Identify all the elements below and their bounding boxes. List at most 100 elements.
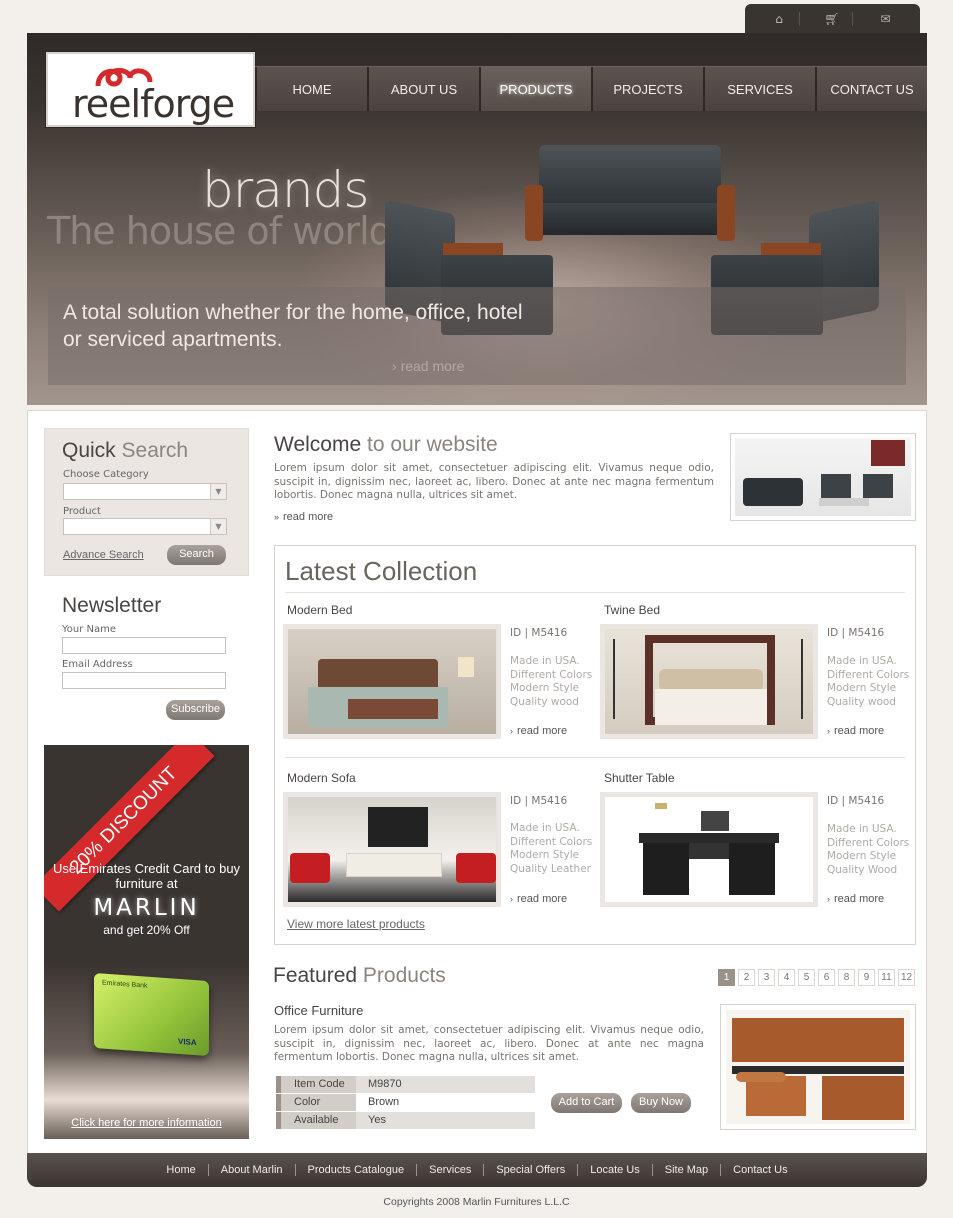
footer-link-offers[interactable]: Special Offers — [484, 1164, 579, 1176]
nav-contact-us[interactable]: CONTACT US — [815, 67, 927, 111]
product-desc-line: Made in USA. — [827, 823, 897, 835]
product-desc-line: Different Colors — [510, 668, 593, 681]
product-read-more[interactable]: › read more — [510, 725, 567, 737]
product-read-more[interactable]: › read more — [510, 893, 567, 905]
product-desc-line: Different Colors — [827, 668, 910, 681]
modern-sofa-image — [288, 797, 496, 902]
welcome-read-more[interactable]: » read more — [274, 511, 333, 523]
banner-read-more-label: read more — [400, 358, 465, 374]
welcome-read-more-label: read more — [283, 511, 334, 523]
footer-link-services[interactable]: Services — [417, 1164, 485, 1176]
header-banner: reelforge HOME ABOUT US PRODUCTS PROJECT… — [27, 33, 927, 405]
footer-link-sitemap[interactable]: Site Map — [653, 1164, 722, 1176]
footer-link-home[interactable]: Home — [154, 1164, 209, 1176]
page-button[interactable]: 1 — [718, 969, 735, 986]
promo-banner[interactable]: 20% DISCOUNT Use Emirates Credit Card to… — [44, 745, 249, 1139]
email-label: Email Address — [62, 659, 133, 670]
card-bank-name: Emirates Bank — [102, 979, 148, 990]
promo-more-info-link[interactable]: Click here for more information — [44, 1117, 249, 1129]
buy-now-button[interactable]: Buy Now — [631, 1093, 691, 1113]
nav-services[interactable]: SERVICES — [703, 67, 815, 111]
category-label: Choose Category — [63, 469, 149, 480]
page-button[interactable]: 3 — [758, 969, 775, 986]
product-desc-line: Modern Style — [510, 849, 580, 861]
footer-link-contact[interactable]: Contact Us — [721, 1164, 799, 1176]
pagination: 1 2 3 4 5 6 8 9 11 12 — [718, 969, 915, 986]
footer-link-catalogue[interactable]: Products Catalogue — [296, 1164, 418, 1176]
nav-about-us[interactable]: ABOUT US — [367, 67, 479, 111]
promo-line-1: Use Emirates Credit Card to buy furnitur… — [52, 861, 241, 891]
page-button[interactable]: 2 — [738, 969, 755, 986]
banner-read-more[interactable]: › read more — [392, 358, 464, 374]
mail-icon[interactable]: ✉ — [866, 12, 906, 26]
product-image-frame[interactable] — [283, 624, 501, 739]
nav-products[interactable]: PRODUCTS — [479, 67, 591, 111]
name-label: Your Name — [62, 624, 117, 635]
chevron-right-icon: › — [510, 894, 513, 904]
page-button[interactable]: 8 — [838, 969, 855, 986]
featured-title: Featured Products — [273, 964, 446, 988]
featured-title-main: Featured — [273, 964, 358, 987]
advance-search-link[interactable]: Advance Search — [63, 549, 144, 561]
spec-key: Available — [276, 1112, 356, 1129]
promo-brand: MARLIN — [93, 895, 200, 921]
page-button[interactable]: 11 — [878, 969, 895, 986]
category-select[interactable]: ▼ — [63, 483, 227, 500]
product-read-more[interactable]: › read more — [827, 893, 884, 905]
page-button[interactable]: 12 — [898, 969, 915, 986]
page-button[interactable]: 4 — [778, 969, 795, 986]
spec-key: Item Code — [276, 1076, 356, 1093]
home-icon[interactable]: ⌂ — [760, 12, 800, 26]
nav-projects[interactable]: PROJECTS — [591, 67, 703, 111]
product-desc-line: Quality wood — [510, 695, 579, 708]
product-name[interactable]: Modern Sofa — [287, 771, 356, 785]
product-description: Made in USA. Different Colors Modern Sty… — [827, 823, 909, 877]
view-more-products-link[interactable]: View more latest products — [287, 917, 425, 931]
spec-row: Available Yes — [276, 1112, 535, 1129]
welcome-image — [730, 433, 916, 521]
welcome-title-light: to our website — [366, 433, 498, 456]
product-name[interactable]: Twine Bed — [604, 603, 660, 617]
nav-home[interactable]: HOME — [255, 67, 367, 111]
product-image-frame[interactable] — [600, 624, 818, 739]
search-button[interactable]: Search — [167, 545, 226, 565]
spec-value: Yes — [356, 1112, 535, 1129]
product-description: Made in USA. Different Colors Modern Sty… — [827, 655, 909, 709]
product-read-more-label: read more — [517, 893, 568, 905]
banner-caption: A total solution whether for the home, o… — [63, 301, 523, 351]
product-image-frame[interactable] — [283, 792, 501, 907]
subscribe-button[interactable]: Subscribe — [166, 700, 225, 720]
logo-text: reelforge — [72, 82, 235, 126]
shutter-table-image — [605, 797, 813, 902]
footer-link-about[interactable]: About Marlin — [209, 1164, 296, 1176]
page-button[interactable]: 6 — [818, 969, 835, 986]
newsletter-panel: Newsletter Your Name Email Address Subsc… — [44, 586, 249, 736]
quick-search-panel: Quick Search Choose Category ▼ Product ▼… — [44, 428, 249, 576]
main-nav: HOME ABOUT US PRODUCTS PROJECTS SERVICES… — [255, 66, 927, 111]
product-read-more-label: read more — [834, 893, 885, 905]
product-image-frame[interactable] — [600, 792, 818, 907]
page-button[interactable]: 5 — [798, 969, 815, 986]
top-icon-bar: ⌂ 🛒︎ ✉ — [745, 4, 920, 34]
divider — [285, 592, 905, 593]
chevron-right-icon: › — [827, 726, 830, 736]
logo[interactable]: reelforge — [46, 52, 255, 127]
page-button[interactable]: 9 — [858, 969, 875, 986]
product-name[interactable]: Modern Bed — [287, 603, 352, 617]
product-select[interactable]: ▼ — [63, 518, 227, 535]
featured-title-light: Products — [362, 964, 446, 987]
email-field[interactable] — [62, 672, 226, 689]
welcome-text: Lorem ipsum dolor sit amet, consectetuer… — [274, 462, 714, 501]
add-to-cart-button[interactable]: Add to Cart — [551, 1093, 622, 1113]
quick-search-title: Quick Search — [62, 439, 188, 463]
product-read-more[interactable]: › read more — [827, 725, 884, 737]
product-id: ID | M5416 — [510, 627, 568, 639]
product-desc-line: Quality Leather — [510, 862, 591, 875]
product-name[interactable]: Shutter Table — [604, 771, 675, 785]
cart-icon[interactable]: 🛒︎ — [813, 12, 853, 26]
footer-link-locate[interactable]: Locate Us — [578, 1164, 653, 1176]
featured-product-title: Office Furniture — [274, 1003, 364, 1018]
quick-search-title-light: Search — [121, 439, 189, 462]
product-read-more-label: read more — [834, 725, 885, 737]
name-field[interactable] — [62, 637, 226, 654]
